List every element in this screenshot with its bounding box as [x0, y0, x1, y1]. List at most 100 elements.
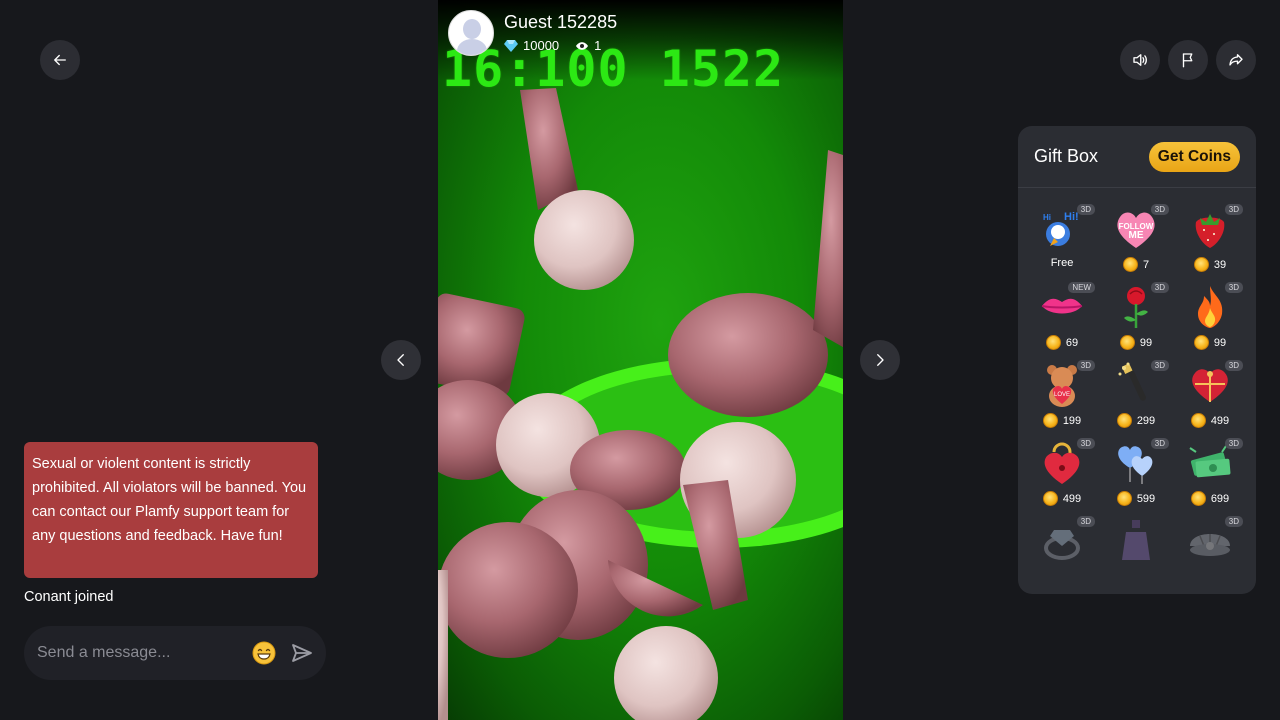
speaker-icon	[1133, 54, 1147, 66]
message-input[interactable]	[37, 644, 252, 662]
gift-price-value: 499	[1062, 492, 1082, 505]
gift-badge: 3D	[1224, 360, 1243, 371]
gift-item[interactable]: 3D 99	[1099, 282, 1173, 360]
gift-box-panel: Gift Box Get Coins Hi! Hi 3D Free FOLLOW ME 3D…	[1018, 126, 1256, 594]
svg-text:Hi: Hi	[1043, 213, 1051, 222]
gift-price-value: 69	[1065, 336, 1079, 349]
gift-badge: 3D	[1076, 438, 1095, 449]
gift-item[interactable]: 3D 699	[1173, 438, 1247, 516]
gift-badge: 3D	[1150, 360, 1169, 371]
gift-item[interactable]: 3D	[1025, 516, 1099, 594]
gift-price-value: 299	[1136, 414, 1156, 427]
chocolate-pieces	[438, 88, 843, 720]
gift-badge: 3D	[1076, 516, 1095, 527]
gift-price: 99	[1193, 335, 1227, 350]
gift-price: 299	[1116, 413, 1156, 428]
gift-price-value: 599	[1136, 492, 1156, 505]
share-arrow-icon	[1229, 54, 1243, 66]
gift-price-value: 499	[1210, 414, 1230, 427]
next-stream-button[interactable]	[860, 340, 900, 380]
gift-item[interactable]: 3D 599	[1099, 438, 1173, 516]
back-button[interactable]	[40, 40, 80, 80]
gift-badge: NEW	[1068, 282, 1095, 293]
host-avatar[interactable]	[448, 10, 494, 56]
gift-price-value: 99	[1139, 336, 1153, 349]
gift-price-value: Free	[1050, 257, 1074, 269]
report-button[interactable]	[1168, 40, 1208, 80]
gift-price: 499	[1190, 413, 1230, 428]
gift-item[interactable]: 3D 499	[1173, 360, 1247, 438]
gift-item[interactable]: FOLLOW ME 3D 7	[1099, 204, 1173, 282]
chevron-right-icon	[877, 354, 884, 366]
gift-item[interactable]: 3D 99	[1173, 282, 1247, 360]
gift-price: 699	[1190, 491, 1230, 506]
svg-text:Hi!: Hi!	[1064, 211, 1079, 223]
gift-price: 199	[1042, 413, 1082, 428]
community-notice: Sexual or violent content is strictly pr…	[24, 442, 318, 578]
gift-item[interactable]: NEW 69	[1025, 282, 1099, 360]
coin-icon	[1193, 257, 1209, 272]
gift-item[interactable]: LOVE 3D 199	[1025, 360, 1099, 438]
coin-icon	[1119, 335, 1135, 350]
diamond-icon	[504, 39, 518, 52]
send-icon	[292, 644, 312, 662]
gift-price-value: 99	[1213, 336, 1227, 349]
gift-badge: 3D	[1224, 438, 1243, 449]
gift-price-value: 199	[1062, 414, 1082, 427]
sound-button[interactable]	[1120, 40, 1160, 80]
gift-item[interactable]	[1099, 516, 1173, 594]
gift-price-value: 699	[1210, 492, 1230, 505]
coin-icon	[1193, 335, 1209, 350]
perfume-icon	[1112, 516, 1160, 564]
live-room: 16:100 1522 Guest 152285 10000 1 Sexual …	[0, 0, 1280, 720]
get-coins-button[interactable]: Get Coins	[1148, 141, 1240, 172]
gift-badge: 3D	[1224, 282, 1243, 293]
coin-icon	[1190, 413, 1206, 428]
live-video[interactable]: 16:100 1522 Guest 152285 10000 1	[438, 0, 843, 720]
gift-price-value: 7	[1142, 258, 1150, 271]
previous-stream-button[interactable]	[381, 340, 421, 380]
emoji-icon[interactable]	[252, 641, 276, 665]
gift-badge: 3D	[1076, 204, 1095, 215]
gift-badge: 3D	[1224, 204, 1243, 215]
host-name: Guest 152285	[504, 12, 618, 32]
gift-grid: Hi! Hi 3D Free FOLLOW ME 3D 7 3D 39 NEW 69 3D 99 3D 99 L…	[1025, 204, 1247, 594]
gift-price: Free	[1051, 257, 1074, 269]
gift-price: 599	[1116, 491, 1156, 506]
host-diamonds: 10000	[523, 38, 560, 53]
gift-item[interactable]: 3D 39	[1173, 204, 1247, 282]
gift-price: 39	[1193, 257, 1227, 272]
viewer-count: 1	[594, 38, 602, 53]
coin-icon	[1042, 491, 1058, 506]
gift-badge: 3D	[1224, 516, 1243, 527]
arrow-left-icon	[54, 54, 66, 66]
gift-price: 499	[1042, 491, 1082, 506]
coin-icon	[1190, 491, 1206, 506]
gift-item[interactable]: 3D	[1173, 516, 1247, 594]
chat-input-bar	[24, 626, 326, 680]
svg-text:LOVE: LOVE	[1054, 392, 1070, 398]
gift-item[interactable]: 3D 499	[1025, 438, 1099, 516]
gift-price: 99	[1119, 335, 1153, 350]
join-message: Conant joined	[24, 589, 114, 605]
host-info[interactable]: Guest 152285 10000 1	[448, 10, 617, 56]
share-button[interactable]	[1216, 40, 1256, 80]
gift-box-title: Gift Box	[1034, 146, 1099, 166]
coin-icon	[1042, 413, 1058, 428]
gift-price: 7	[1122, 257, 1150, 272]
eye-icon	[576, 41, 589, 50]
coin-icon	[1116, 491, 1132, 506]
gift-price-value: 39	[1213, 258, 1227, 271]
gift-item[interactable]: 3D 299	[1099, 360, 1173, 438]
gift-badge: 3D	[1150, 282, 1169, 293]
send-button[interactable]	[290, 641, 314, 665]
gift-badge: 3D	[1150, 204, 1169, 215]
flag-icon	[1182, 53, 1193, 68]
gift-item[interactable]: Hi! Hi 3D Free	[1025, 204, 1099, 282]
svg-text:ME: ME	[1129, 230, 1144, 241]
gift-badge: 3D	[1150, 438, 1169, 449]
chevron-left-icon	[397, 354, 404, 366]
coin-icon	[1116, 413, 1132, 428]
gift-price: 69	[1045, 335, 1079, 350]
gift-badge: 3D	[1076, 360, 1095, 371]
